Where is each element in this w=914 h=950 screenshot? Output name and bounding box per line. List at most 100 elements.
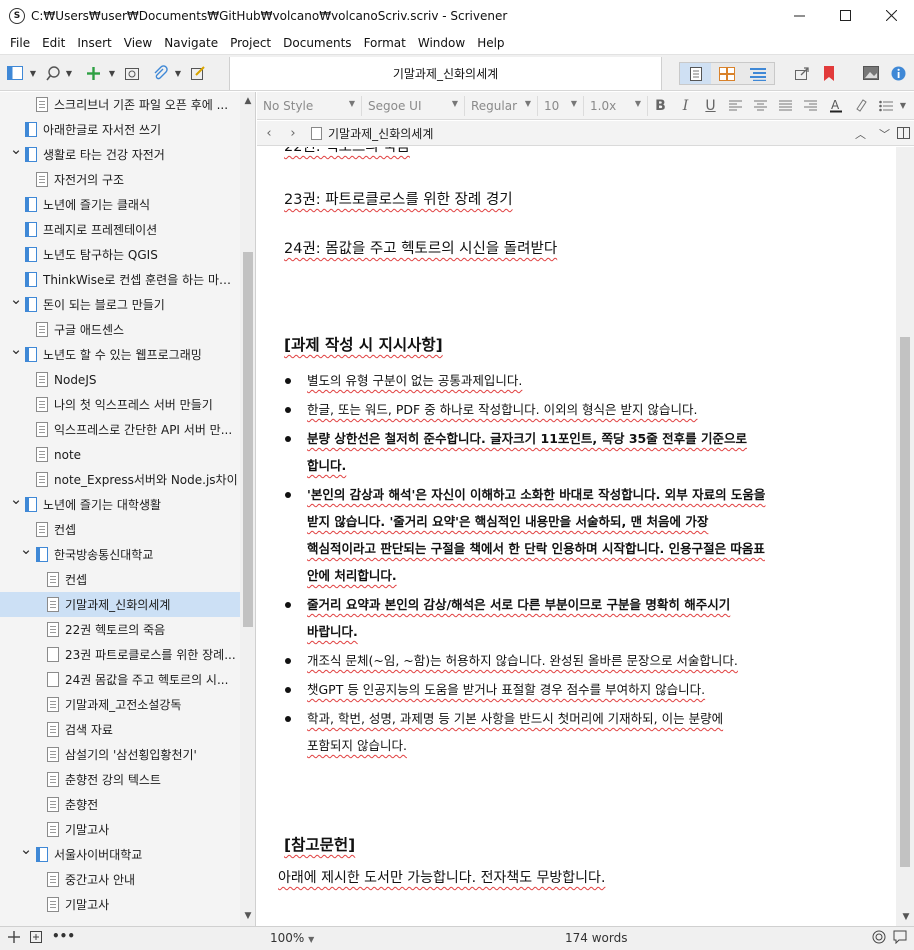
- binder-item[interactable]: NodeJS: [0, 367, 240, 392]
- binder-item[interactable]: ⌄ 한국방송통신대학교: [0, 542, 240, 567]
- binder-item[interactable]: ⌄ 생활로 타는 건강 자전거: [0, 142, 240, 167]
- binder-item[interactable]: 구글 애드센스: [0, 317, 240, 342]
- view-mode-document-button[interactable]: [680, 63, 712, 84]
- align-center-button[interactable]: [748, 96, 773, 116]
- binder-scroll-up-icon[interactable]: ▲: [242, 96, 254, 106]
- italic-button[interactable]: I: [673, 96, 698, 116]
- binder-scroll-down-icon[interactable]: ▼: [242, 911, 254, 921]
- more-options-icon[interactable]: •••: [52, 929, 75, 943]
- editor-scroll-thumb[interactable]: [900, 337, 910, 867]
- menu-window[interactable]: Window: [412, 36, 471, 50]
- chevron-down-icon[interactable]: ⌄: [20, 542, 33, 558]
- binder-scroll-thumb[interactable]: [243, 252, 253, 627]
- binder-scrollbar[interactable]: ▲ ▼: [240, 92, 255, 926]
- binder-item[interactable]: ⌄ 서울사이버대학교: [0, 842, 240, 867]
- menu-format[interactable]: Format: [358, 36, 412, 50]
- bookmark-button[interactable]: [820, 64, 838, 82]
- binder-item[interactable]: 아래한글로 자서전 쓰기: [0, 117, 240, 142]
- binder-add-folder-button[interactable]: [30, 930, 42, 947]
- share-button[interactable]: [793, 64, 811, 82]
- menu-insert[interactable]: Insert: [71, 36, 117, 50]
- comments-button[interactable]: [893, 930, 907, 947]
- minimize-button[interactable]: [776, 0, 822, 31]
- view-mode-corkboard-button[interactable]: [711, 63, 742, 84]
- close-button[interactable]: [868, 0, 914, 31]
- align-justify-button[interactable]: [773, 96, 798, 116]
- chevron-down-icon[interactable]: ⌄: [10, 342, 23, 358]
- binder-item[interactable]: 노년도 탐구하는 QGIS: [0, 242, 240, 267]
- font-family-select[interactable]: Segoe UI ▼: [362, 95, 465, 116]
- binder-dropdown-chevron-icon[interactable]: ▼: [28, 64, 38, 82]
- next-document-button[interactable]: ﹀: [879, 126, 890, 142]
- forward-button[interactable]: ›: [281, 126, 305, 141]
- previous-document-button[interactable]: ︿: [855, 126, 866, 142]
- text-color-button[interactable]: A: [823, 96, 848, 116]
- highlight-button[interactable]: [848, 96, 873, 116]
- binder-item[interactable]: ⌄ 돈이 되는 블로그 만들기: [0, 292, 240, 317]
- chevron-down-icon[interactable]: ⌄: [10, 142, 23, 158]
- binder-item[interactable]: 춘향전 강의 텍스트: [0, 767, 240, 792]
- binder-item[interactable]: ⌄ 노년에 즐기는 대학생활: [0, 492, 240, 517]
- style-select[interactable]: No Style ▼: [257, 95, 362, 116]
- search-dropdown-chevron-icon[interactable]: ▼: [64, 64, 74, 82]
- scrivener-app-icon[interactable]: S: [9, 7, 25, 24]
- binder-item[interactable]: 나의 첫 익스프레스 서버 만들기: [0, 392, 240, 417]
- underline-button[interactable]: U: [698, 96, 723, 116]
- binder-item[interactable]: 23권 파트로클로스를 위한 장례...: [0, 642, 240, 667]
- binder-add-button[interactable]: [8, 930, 20, 947]
- font-weight-select[interactable]: Regular ▼: [465, 95, 538, 116]
- split-editor-button[interactable]: [897, 127, 910, 142]
- menu-edit[interactable]: Edit: [36, 36, 71, 50]
- header-document-title[interactable]: 기말과제_신화의세계: [328, 125, 433, 142]
- search-button[interactable]: [44, 64, 62, 82]
- menu-view[interactable]: View: [118, 36, 158, 50]
- binder-toggle-button[interactable]: [6, 64, 24, 82]
- editor-scrollbar[interactable]: ▼: [896, 147, 914, 926]
- chevron-down-icon[interactable]: ⌄: [20, 842, 33, 858]
- binder-item[interactable]: 검색 자료: [0, 717, 240, 742]
- menu-documents[interactable]: Documents: [277, 36, 357, 50]
- binder-item[interactable]: 기말고사: [0, 892, 240, 917]
- binder-item[interactable]: 스크리브너 기존 파일 오픈 후에 ...: [0, 92, 240, 117]
- binder-item[interactable]: 노년에 즐기는 클래식: [0, 192, 240, 217]
- zoom-select[interactable]: 100% ▼: [270, 931, 314, 945]
- binder-item[interactable]: 기말과제_신화의세계: [0, 592, 240, 617]
- binder-item[interactable]: 춘향전: [0, 792, 240, 817]
- align-right-button[interactable]: [798, 96, 823, 116]
- binder-item[interactable]: ThinkWise로 컨셉 훈련을 하는 마인...: [0, 267, 240, 292]
- binder-item[interactable]: 프레지로 프레젠테이션: [0, 217, 240, 242]
- menu-file[interactable]: File: [4, 36, 36, 50]
- target-button[interactable]: [872, 930, 886, 947]
- info-button[interactable]: [889, 64, 907, 82]
- list-button[interactable]: [873, 96, 898, 116]
- binder-item[interactable]: 익스프레스로 간단한 API 서버 만...: [0, 417, 240, 442]
- menu-project[interactable]: Project: [224, 36, 277, 50]
- font-size-select[interactable]: 10 ▼: [538, 95, 584, 116]
- trash-button[interactable]: [123, 64, 141, 82]
- binder-item[interactable]: note_Express서버와 Node.js차이: [0, 467, 240, 492]
- editor-scroll-down-icon[interactable]: ▼: [900, 912, 912, 922]
- binder-item[interactable]: 삼설기의 '삼선횡입황천기': [0, 742, 240, 767]
- binder-item[interactable]: 기말고사: [0, 817, 240, 842]
- chevron-down-icon[interactable]: ⌄: [10, 292, 23, 308]
- maximize-button[interactable]: [822, 0, 868, 31]
- binder-item[interactable]: 기말과제_고전소설강독: [0, 692, 240, 717]
- binder-item[interactable]: 22권 헥토르의 죽음: [0, 617, 240, 642]
- add-button[interactable]: [84, 64, 102, 82]
- editor-text-area[interactable]: 22권: 헥토르의 죽음 23권: 파트로클로스를 위한 장례 경기 24권: …: [257, 147, 896, 926]
- binder-item[interactable]: 컨셉: [0, 567, 240, 592]
- view-mode-outline-button[interactable]: [743, 63, 774, 84]
- chevron-down-icon[interactable]: ⌄: [10, 492, 23, 508]
- list-dropdown-chevron-icon[interactable]: ▼: [898, 96, 908, 116]
- align-left-button[interactable]: [723, 96, 748, 116]
- edit-button[interactable]: [189, 64, 207, 82]
- binder-item[interactable]: 중간고사 안내: [0, 867, 240, 892]
- attach-button[interactable]: [151, 64, 169, 82]
- attach-dropdown-chevron-icon[interactable]: ▼: [173, 64, 183, 82]
- menu-help[interactable]: Help: [471, 36, 510, 50]
- binder-item[interactable]: 자전거의 구조: [0, 167, 240, 192]
- binder-item[interactable]: note: [0, 442, 240, 467]
- binder-item[interactable]: 24권 몸값을 주고 헥토르의 시...: [0, 667, 240, 692]
- add-dropdown-chevron-icon[interactable]: ▼: [107, 64, 117, 82]
- back-button[interactable]: ‹: [257, 126, 281, 141]
